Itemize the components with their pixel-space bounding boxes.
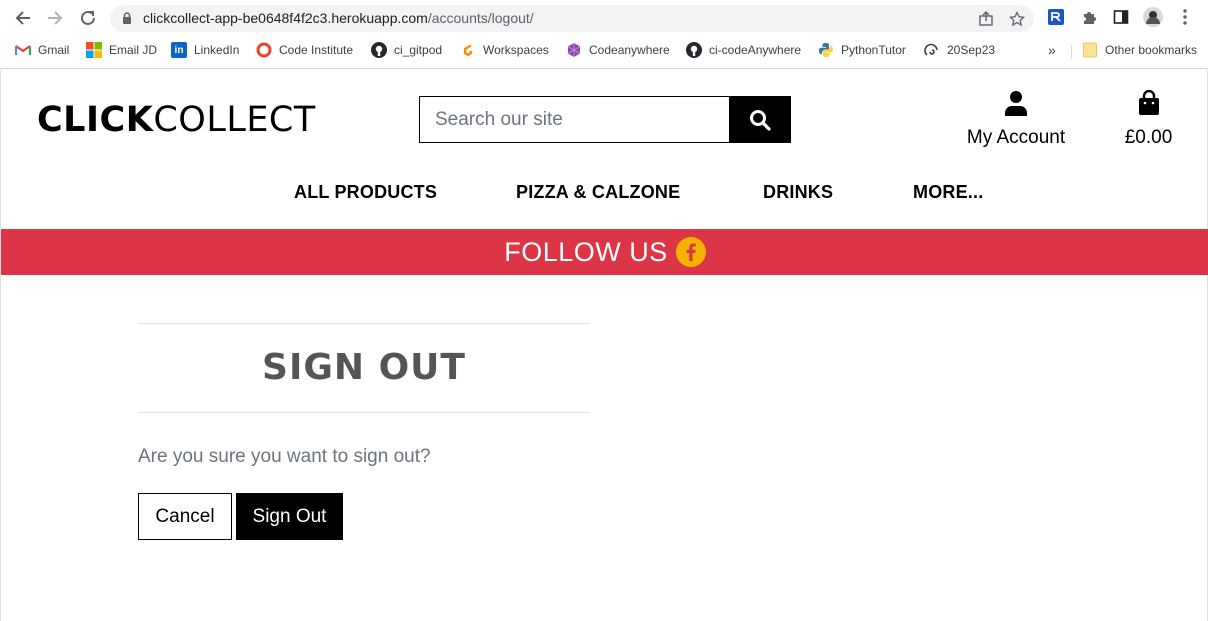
bookmark-ci-codeanywhere[interactable]: ci-codeAnywhere: [686, 41, 801, 59]
share-icon[interactable]: [977, 10, 995, 28]
profile-avatar-icon[interactable]: [1143, 7, 1163, 27]
star-icon[interactable]: [1008, 10, 1026, 28]
url-text: clickcollect-app-be0648f4f2c3.herokuapp.…: [143, 10, 534, 26]
bookmarks-divider: [1071, 45, 1072, 59]
bookmark-20sep23[interactable]: 20Sep23: [924, 41, 995, 59]
folder-icon: [1082, 42, 1098, 58]
gitpod-icon: [460, 42, 476, 58]
site-logo[interactable]: CLICKCOLLECT: [37, 100, 316, 140]
microsoft-icon: [86, 42, 102, 58]
side-panel-icon[interactable]: [1111, 7, 1131, 27]
bookmarks-overflow[interactable]: »: [1048, 41, 1056, 59]
bag-total: £0.00: [1124, 127, 1173, 148]
bookmark-email-jd[interactable]: Email JD: [86, 41, 157, 59]
swirl-icon: [924, 42, 940, 58]
python-icon: [818, 42, 834, 58]
website: CLICKCOLLECT My Account £0.00 ALL PRODUC…: [0, 70, 1208, 621]
github-icon: [686, 42, 702, 58]
shopping-bag-link[interactable]: £0.00: [1111, 89, 1186, 149]
my-account-label: My Account: [966, 127, 1066, 148]
divider-bottom: [138, 412, 590, 413]
facebook-icon[interactable]: [675, 237, 706, 267]
page-title: SIGN OUT: [262, 347, 466, 388]
sign-out-button[interactable]: Sign Out: [236, 493, 343, 540]
browser-chrome: clickcollect-app-be0648f4f2c3.herokuapp.…: [0, 0, 1208, 69]
reload-icon[interactable]: [77, 7, 99, 29]
bookmarks-bar: Gmail Email JD in LinkedIn Code Institut…: [0, 38, 1208, 62]
bookmark-pythontutor[interactable]: PythonTutor: [818, 41, 906, 59]
follow-us-text: FOLLOW US: [504, 236, 668, 267]
follow-us-banner: FOLLOW US: [1, 229, 1208, 275]
signout-question: Are you sure you want to sign out?: [138, 446, 431, 467]
address-bar[interactable]: clickcollect-app-be0648f4f2c3.herokuapp.…: [110, 5, 1034, 32]
bookmark-code-institute[interactable]: Code Institute: [256, 41, 353, 59]
search-icon: [750, 109, 771, 131]
gmail-icon: [15, 42, 31, 58]
forward-icon[interactable]: [44, 7, 66, 29]
search-button[interactable]: [729, 96, 791, 143]
extension-icon[interactable]: [1046, 7, 1066, 27]
bookmark-ci-gitpod[interactable]: ci_gitpod: [371, 41, 442, 59]
codeanywhere-icon: [566, 42, 582, 58]
bookmark-linkedin[interactable]: in LinkedIn: [171, 41, 239, 59]
search-input[interactable]: [420, 97, 729, 142]
my-account-link[interactable]: My Account: [951, 90, 1081, 149]
bookmark-workspaces[interactable]: Workspaces: [460, 41, 549, 59]
main-nav: ALL PRODUCTS PIZZA & CALZONE DRINKS MORE…: [1, 182, 1208, 204]
bookmark-gmail[interactable]: Gmail: [15, 41, 69, 59]
bookmark-codeanywhere[interactable]: Codeanywhere: [566, 41, 670, 59]
nav-more[interactable]: MORE...: [913, 182, 983, 203]
cancel-button[interactable]: Cancel: [138, 493, 232, 540]
code-institute-icon: [256, 42, 272, 58]
other-bookmarks[interactable]: Other bookmarks: [1082, 41, 1197, 59]
linkedin-icon: in: [171, 42, 187, 58]
back-icon[interactable]: [12, 7, 34, 29]
puzzle-icon[interactable]: [1079, 7, 1099, 27]
github-icon: [371, 42, 387, 58]
search-form: [419, 96, 730, 143]
divider-top: [138, 323, 590, 324]
menu-kebab-icon[interactable]: [1175, 7, 1195, 27]
user-icon: [1005, 91, 1027, 116]
nav-pizza-calzone[interactable]: PIZZA & CALZONE: [516, 182, 680, 203]
nav-all-products[interactable]: ALL PRODUCTS: [294, 182, 437, 203]
nav-drinks[interactable]: DRINKS: [763, 182, 833, 203]
lock-icon: [123, 12, 131, 24]
shopping-bag-icon: [1138, 89, 1159, 115]
